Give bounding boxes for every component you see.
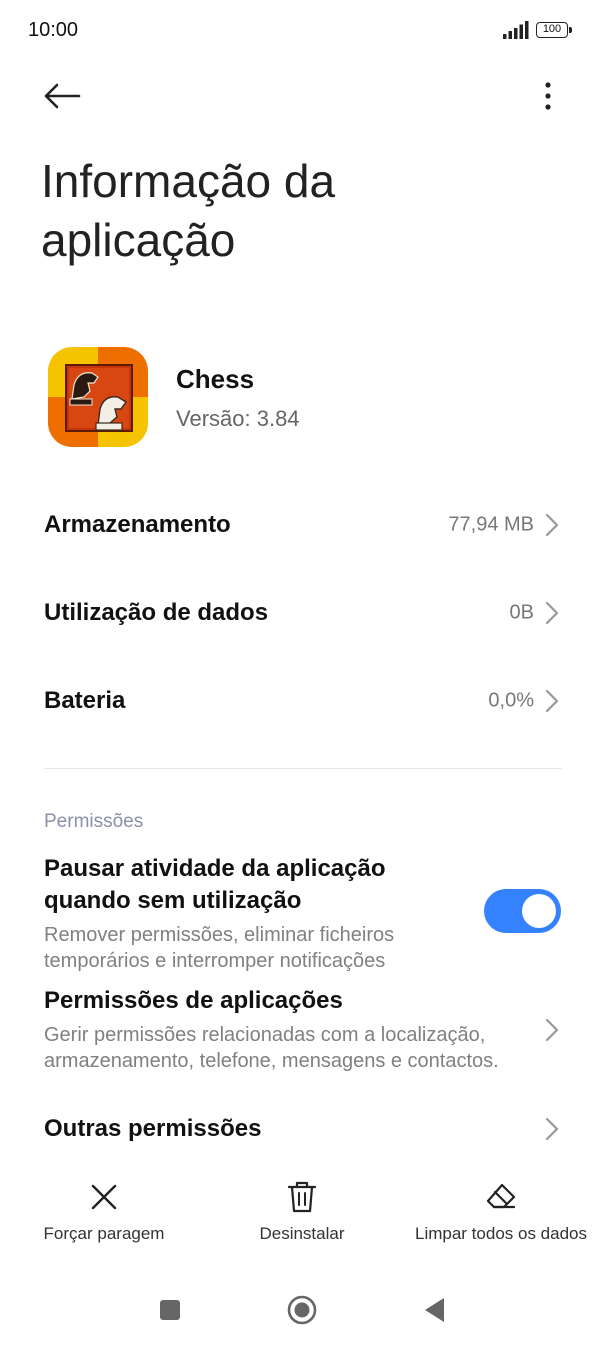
status-bar: 10:00 100	[0, 0, 605, 60]
more-options-button[interactable]	[524, 72, 572, 120]
uninstall-label: Desinstalar	[259, 1224, 345, 1243]
battery-icon: 100	[536, 22, 568, 38]
chevron-right-icon	[545, 689, 559, 713]
chevron-right-icon	[545, 1117, 559, 1141]
data-usage-value: 0B	[509, 601, 534, 624]
battery-level: 100	[542, 23, 562, 35]
clear-data-label: Limpar todos os dados	[415, 1224, 587, 1243]
chevron-right-icon	[545, 601, 559, 625]
page-title: Informação da aplicação	[41, 155, 336, 266]
battery-label: Bateria	[44, 687, 126, 714]
clear-data-button[interactable]: Limpar todos os dados	[408, 1180, 594, 1250]
battery-row[interactable]: Bateria 0,0%	[0, 665, 605, 737]
app-permissions-row[interactable]: Permissões de aplicações Gerir permissõe…	[0, 985, 605, 1081]
circle-home-icon	[287, 1295, 317, 1325]
other-permissions-row[interactable]: Outras permissões	[0, 1093, 605, 1165]
system-back-button[interactable]	[404, 1280, 464, 1340]
eraser-icon	[486, 1183, 516, 1209]
trash-icon	[287, 1181, 317, 1213]
more-vert-icon	[545, 82, 551, 110]
triangle-back-icon	[425, 1298, 444, 1322]
recents-button[interactable]	[140, 1280, 200, 1340]
uninstall-button[interactable]: Desinstalar	[252, 1180, 352, 1250]
bottom-action-bar: Forçar paragem Desinstalar Limpar todos …	[0, 1180, 605, 1250]
toggle-knob	[522, 894, 556, 928]
app-version: Versão: 3.84	[176, 406, 300, 431]
back-arrow-icon	[44, 83, 81, 109]
navigation-bar	[0, 1280, 605, 1340]
storage-row[interactable]: Armazenamento 77,94 MB	[0, 489, 605, 561]
divider	[44, 768, 562, 769]
status-time: 10:00	[28, 19, 79, 41]
force-stop-label: Forçar paragem	[43, 1224, 165, 1243]
home-button[interactable]	[272, 1280, 332, 1340]
signal-icon	[503, 21, 529, 39]
app-permissions-subtitle: Gerir permissões relacionadas com a loca…	[44, 1024, 499, 1072]
other-permissions-label: Outras permissões	[44, 1115, 262, 1142]
chess-app-icon	[48, 347, 148, 447]
storage-value: 77,94 MB	[448, 513, 534, 536]
chevron-right-icon	[545, 1018, 559, 1042]
chevron-right-icon	[545, 513, 559, 537]
app-permissions-title: Permissões de aplicações	[44, 987, 343, 1014]
pause-activity-subtitle: Remover permissões, eliminar ficheiros t…	[44, 924, 395, 972]
battery-tip	[569, 27, 572, 33]
force-stop-button[interactable]: Forçar paragem	[38, 1180, 170, 1250]
data-usage-label: Utilização de dados	[44, 599, 269, 626]
back-button[interactable]	[36, 72, 88, 120]
permissions-section-header: Permissões	[44, 811, 144, 832]
app-name: Chess	[176, 364, 255, 394]
storage-label: Armazenamento	[44, 511, 231, 538]
pause-activity-title: Pausar atividade da aplicação quando sem…	[44, 855, 386, 914]
data-usage-row[interactable]: Utilização de dados 0B	[0, 577, 605, 649]
pause-activity-toggle[interactable]	[484, 889, 561, 933]
square-recents-icon	[160, 1300, 180, 1320]
close-icon	[91, 1184, 117, 1210]
battery-value: 0,0%	[488, 689, 534, 712]
